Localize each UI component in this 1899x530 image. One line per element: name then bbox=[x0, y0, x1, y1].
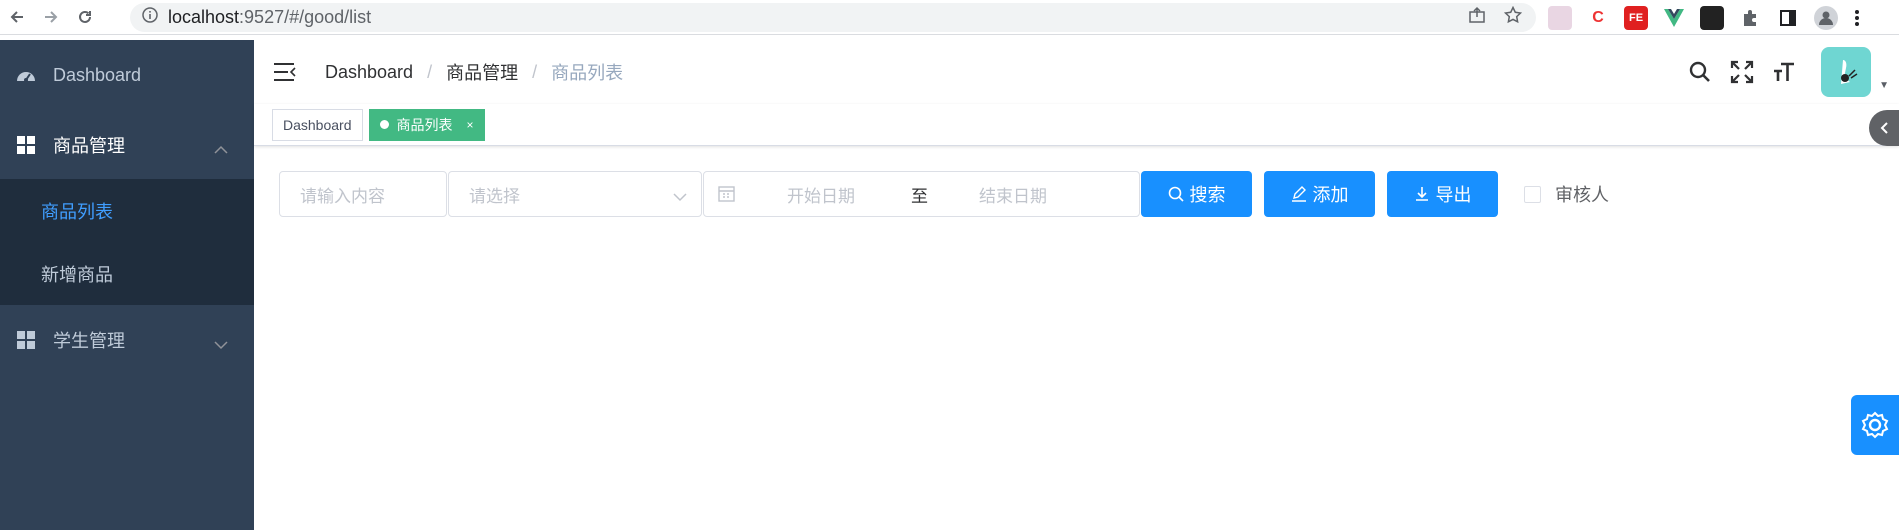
start-date-input[interactable]: 开始日期 bbox=[787, 182, 855, 207]
tag-label: 商品列表 bbox=[396, 116, 453, 133]
sidebar-item-label: Dashboard bbox=[53, 64, 142, 85]
grid-icon bbox=[16, 330, 36, 350]
url-path: :9527/#/good/list bbox=[239, 7, 372, 27]
export-button[interactable]: 导出 bbox=[1387, 171, 1498, 217]
export-button-label: 导出 bbox=[1435, 185, 1472, 205]
breadcrumb-current: 商品列表 bbox=[551, 63, 624, 83]
breadcrumb-separator: / bbox=[427, 61, 433, 82]
active-dot-icon bbox=[379, 120, 389, 129]
edit-icon bbox=[1291, 186, 1307, 202]
chevron-down-icon bbox=[673, 187, 687, 207]
submenu-goods: 商品列表 新增商品 bbox=[0, 179, 254, 305]
category-select[interactable]: 请选择 bbox=[448, 171, 702, 217]
checkbox-box[interactable] bbox=[1524, 185, 1541, 203]
extensions-puzzle-icon[interactable] bbox=[1738, 6, 1762, 30]
breadcrumb-separator: / bbox=[532, 61, 538, 82]
search-button[interactable]: 搜索 bbox=[1141, 171, 1252, 217]
sidebar-item-label: 商品管理 bbox=[53, 135, 125, 156]
font-size-icon[interactable] bbox=[1771, 59, 1797, 85]
site-info-icon[interactable] bbox=[142, 7, 158, 28]
select-placeholder: 请选择 bbox=[469, 186, 520, 206]
bookmark-star-icon[interactable] bbox=[1503, 5, 1523, 29]
sidebar: Dashboard 商品管理 商品列表 新增商品 学生管理 bbox=[0, 40, 254, 530]
avatar[interactable] bbox=[1821, 47, 1872, 97]
extension-icon-dark[interactable] bbox=[1700, 5, 1724, 30]
tag-goods-list[interactable]: 商品列表 × bbox=[368, 108, 485, 141]
sidebar-item-student-management[interactable]: 学生管理 bbox=[0, 305, 254, 375]
breadcrumb-item[interactable]: Dashboard bbox=[325, 62, 413, 83]
forward-icon[interactable] bbox=[34, 0, 68, 35]
reviewer-checkbox[interactable]: 审核人 bbox=[1524, 181, 1609, 207]
search-icon bbox=[1168, 186, 1184, 202]
caret-down-icon[interactable]: ▼ bbox=[1879, 80, 1889, 91]
chevron-up-icon bbox=[214, 139, 228, 160]
dashboard-icon bbox=[16, 65, 36, 85]
extension-icon-fe[interactable]: FE bbox=[1624, 5, 1648, 30]
calendar-icon bbox=[718, 185, 735, 207]
breadcrumb: Dashboard / 商品管理 / 商品列表 bbox=[325, 59, 623, 85]
side-panel-icon[interactable] bbox=[1776, 6, 1800, 30]
fullscreen-icon[interactable] bbox=[1729, 59, 1755, 85]
sidebar-item-add-goods[interactable]: 新增商品 bbox=[0, 242, 254, 305]
gear-icon bbox=[1861, 411, 1889, 439]
hamburger-icon[interactable] bbox=[274, 61, 296, 83]
search-button-label: 搜索 bbox=[1189, 185, 1226, 205]
profile-avatar-icon[interactable] bbox=[1814, 5, 1838, 30]
address-url: localhost:9527/#/good/list bbox=[168, 7, 371, 28]
collapse-arrow-icon[interactable] bbox=[1869, 110, 1899, 146]
browser-toolbar: localhost:9527/#/good/list C FE bbox=[0, 0, 1899, 35]
address-bar[interactable]: localhost:9527/#/good/list bbox=[130, 3, 1536, 32]
checkbox-label: 审核人 bbox=[1555, 185, 1609, 205]
navbar: Dashboard / 商品管理 / 商品列表 ▼ bbox=[254, 40, 1899, 104]
filter-bar: 请输入内容 请选择 开始日期 至 结束日期 搜索 添加 导出 审核人 bbox=[279, 171, 1609, 217]
extension-icon-reader[interactable] bbox=[1548, 5, 1572, 30]
vue-devtools-icon[interactable] bbox=[1662, 5, 1686, 30]
search-icon[interactable] bbox=[1687, 59, 1713, 85]
keyword-input[interactable]: 请输入内容 bbox=[279, 171, 447, 217]
sidebar-item-goods-management[interactable]: 商品管理 bbox=[0, 110, 254, 179]
end-date-input[interactable]: 结束日期 bbox=[979, 182, 1047, 207]
tag-close-icon[interactable]: × bbox=[467, 118, 474, 132]
tags-view: Dashboard 商品列表 × bbox=[254, 104, 1899, 146]
chevron-down-icon bbox=[214, 334, 228, 355]
date-range-picker[interactable]: 开始日期 至 结束日期 bbox=[703, 171, 1140, 217]
tag-dashboard[interactable]: Dashboard bbox=[272, 108, 363, 141]
download-icon bbox=[1414, 186, 1430, 202]
sidebar-item-goods-list[interactable]: 商品列表 bbox=[0, 179, 254, 242]
share-icon[interactable] bbox=[1468, 6, 1486, 29]
sidebar-item-dashboard[interactable]: Dashboard bbox=[0, 40, 254, 110]
browser-menu-icon[interactable] bbox=[1852, 6, 1862, 30]
main-content: Dashboard / 商品管理 / 商品列表 ▼ Dashboard 商品列表… bbox=[254, 40, 1899, 530]
extension-icon-csdn[interactable]: C bbox=[1586, 5, 1610, 30]
add-button[interactable]: 添加 bbox=[1264, 171, 1375, 217]
add-button-label: 添加 bbox=[1312, 185, 1349, 205]
breadcrumb-item[interactable]: 商品管理 bbox=[446, 59, 518, 85]
settings-gear-button[interactable] bbox=[1851, 395, 1899, 455]
url-host: localhost bbox=[168, 7, 240, 27]
date-separator: 至 bbox=[911, 186, 928, 206]
grid-icon bbox=[16, 135, 36, 155]
tag-label: Dashboard bbox=[283, 116, 352, 133]
sidebar-item-label: 学生管理 bbox=[53, 331, 125, 351]
reload-icon[interactable] bbox=[68, 0, 102, 35]
back-icon[interactable] bbox=[0, 0, 34, 35]
